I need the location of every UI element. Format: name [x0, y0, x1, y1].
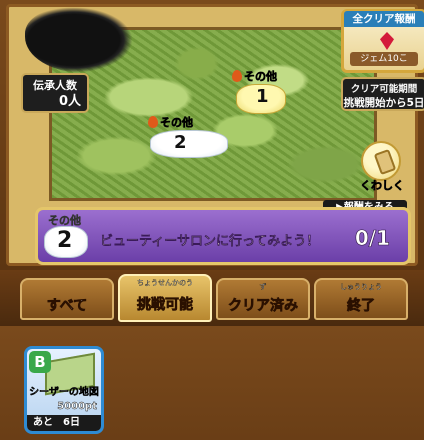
grade-badge: B: [29, 351, 51, 373]
tab-label: 終了: [347, 298, 376, 315]
quest-name: シーザーの地図: [29, 387, 99, 398]
counter-value: 0人: [58, 94, 81, 109]
period-title: クリア可能期間: [350, 84, 418, 95]
quest-board-frame: その他 1 その他 2 伝承人数 0人 全クリア報酬 ジェム10こ クリア可能期…: [0, 0, 424, 270]
quest-remaining: あと 6日: [27, 415, 101, 431]
mission-progress: 0/1: [354, 226, 391, 251]
tab-cleared[interactable]: ず クリア済み: [216, 278, 310, 320]
tab-challengeable[interactable]: ちょうせんかのう 挑戦可能: [118, 274, 212, 322]
clear-period: クリア可能期間 挑戦開始から5日: [341, 77, 424, 111]
scroll-icon: [373, 148, 397, 176]
details-circle: [361, 141, 401, 181]
mission-number: 2: [57, 228, 73, 253]
flame-icon: [232, 70, 242, 82]
tab-ruby: ず: [259, 283, 267, 291]
marker-cloud: [150, 130, 228, 158]
marker-category: その他: [244, 70, 278, 84]
marker-category: その他: [160, 116, 194, 130]
successor-counter: 伝承人数 0人: [21, 73, 89, 113]
reward-desc: ジェム10こ: [350, 52, 418, 66]
reward-title: 全クリア報酬: [344, 11, 424, 27]
details-label: くわしく: [360, 179, 405, 193]
filter-tabs: すべて ちょうせんかのう 挑戦可能 ず クリア済み しゅうりょう 終了: [0, 270, 424, 326]
tab-label: すべて: [46, 298, 88, 315]
marker-number: 1: [256, 86, 269, 107]
tab-label: 挑戦可能: [137, 297, 194, 314]
tab-ended[interactable]: しゅうりょう 終了: [314, 278, 408, 320]
tab-ruby: ちょうせんかのう: [137, 279, 193, 287]
quest-card[interactable]: B シーザーの地図 5000pt あと 6日: [24, 346, 104, 434]
period-value: 挑戦開始から5日: [343, 97, 424, 109]
redacted-scribble: [25, 7, 133, 73]
details-button[interactable]: くわしく: [355, 141, 409, 193]
mission-bar[interactable]: その他 2 ビューティーサロンに行ってみよう！ 0/1: [35, 207, 411, 265]
tab-ruby: しゅうりょう: [340, 283, 382, 291]
tab-all[interactable]: すべて: [20, 278, 114, 320]
tab-label: クリア済み: [228, 298, 299, 315]
mission-text: ビューティーサロンに行ってみよう！: [100, 234, 320, 249]
marker-number: 2: [174, 132, 187, 153]
flame-icon: [148, 116, 158, 128]
full-clear-reward[interactable]: 全クリア報酬 ジェム10こ: [341, 9, 424, 73]
quest-board: その他 1 その他 2 伝承人数 0人 全クリア報酬 ジェム10こ クリア可能期…: [6, 4, 424, 266]
quest-list: B シーザーの地図 5000pt あと 6日: [0, 326, 424, 440]
red-gem-icon: [380, 32, 394, 50]
quest-points: 5000pt: [57, 401, 97, 412]
